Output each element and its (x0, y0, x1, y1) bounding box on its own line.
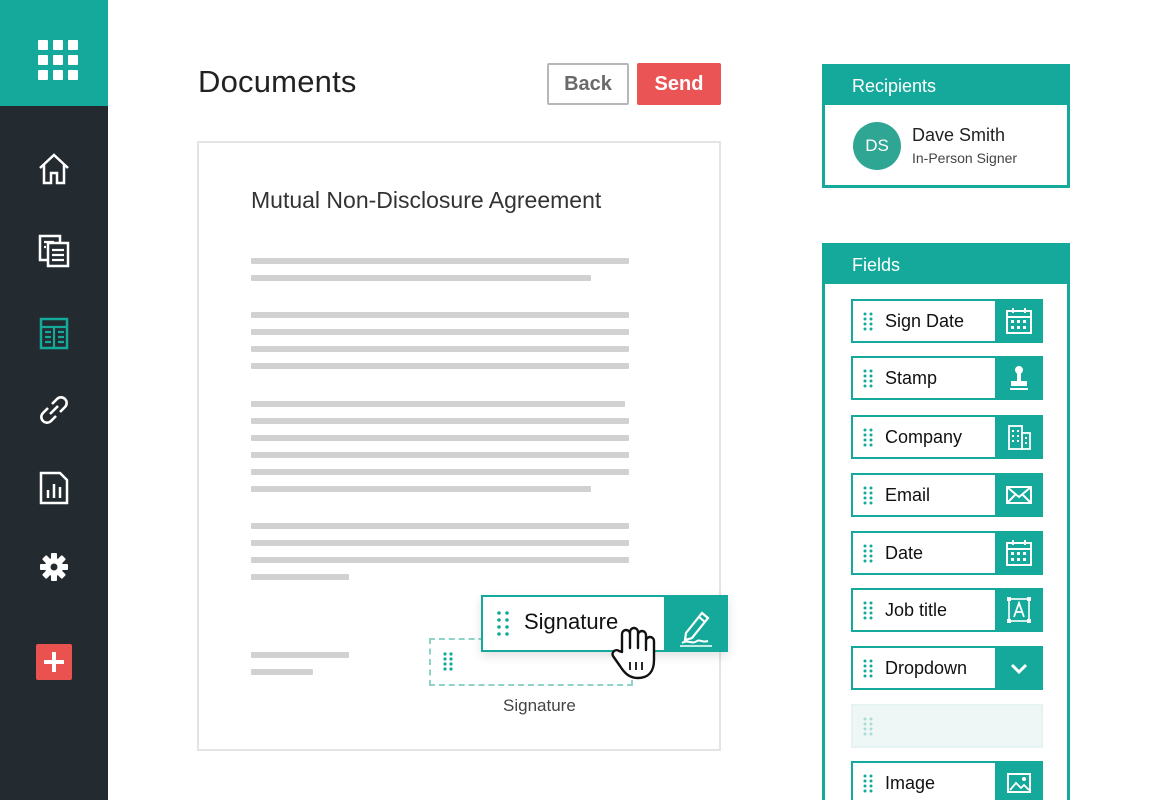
chevron-down-icon (1010, 663, 1028, 675)
recipients-heading: Recipients (825, 67, 1067, 105)
text-line (251, 346, 629, 352)
sidebar-item-settings[interactable] (34, 547, 74, 587)
recipient-name[interactable]: Dave Smith (912, 125, 1005, 146)
drag-handle-icon (863, 428, 873, 447)
text-line (251, 312, 629, 318)
field-label: Date (885, 543, 924, 563)
add-button[interactable] (36, 644, 72, 680)
apps-grid-icon[interactable] (38, 40, 78, 80)
field-company[interactable]: Company (851, 415, 1043, 459)
document-title: Mutual Non-Disclosure Agreement (251, 187, 602, 213)
sidebar-item-templates[interactable] (34, 313, 74, 353)
sidebar-item-links[interactable] (34, 390, 74, 430)
text-line (251, 275, 591, 281)
drag-handle-icon (863, 312, 873, 331)
stamp-icon (1010, 366, 1028, 390)
fields-panel: Fields Sign Date Stamp Company Email Dat… (822, 243, 1070, 800)
signature-caption: Signature (503, 696, 576, 715)
gear-icon (40, 553, 68, 581)
field-label: Company (885, 427, 963, 447)
field-label: Dropdown (885, 658, 968, 678)
fields-heading: Fields (825, 246, 1067, 284)
drag-handle-icon (443, 652, 453, 671)
report-icon (39, 471, 69, 505)
field-label: Job title (885, 600, 948, 620)
text-line (251, 652, 349, 658)
page-title: Documents (198, 64, 357, 99)
field-job-title[interactable]: Job title (851, 588, 1043, 632)
text-line (251, 418, 629, 424)
signature-field-icon-box (664, 595, 728, 652)
text-line (251, 557, 629, 563)
calendar-icon (1006, 308, 1032, 334)
sidebar (0, 0, 108, 800)
text-line (251, 486, 591, 492)
drag-handle-icon (863, 774, 873, 793)
field-icon-box (995, 761, 1043, 800)
field-date[interactable]: Date (851, 531, 1043, 575)
back-button[interactable]: Back (547, 63, 629, 105)
text-line (251, 258, 629, 264)
sidebar-item-documents[interactable] (34, 230, 74, 270)
drag-handle-icon (863, 544, 873, 563)
field-sign-date[interactable]: Sign Date (851, 299, 1043, 343)
field-icon-box (995, 646, 1043, 690)
avatar: DS (853, 122, 901, 170)
field-icon-box (995, 356, 1043, 400)
field-email[interactable]: Email (851, 473, 1043, 517)
text-line (251, 574, 349, 580)
home-icon (39, 153, 69, 185)
field-dropdown[interactable]: Dropdown (851, 646, 1043, 690)
calendar-icon (1006, 540, 1032, 566)
text-line (251, 401, 625, 407)
recipient-role: In-Person Signer (912, 150, 1018, 166)
field-label: Sign Date (885, 311, 965, 331)
app-launcher[interactable] (0, 0, 108, 106)
field-label: Image (885, 773, 936, 793)
text-line (251, 363, 629, 369)
field-icon-box (995, 531, 1043, 575)
field-icon-box (995, 588, 1043, 632)
drag-handle-icon (863, 486, 873, 505)
field-image[interactable]: Image (851, 761, 1043, 800)
field-icon-box (995, 415, 1043, 459)
building-icon (1008, 425, 1031, 450)
link-icon (40, 396, 68, 424)
hand-cursor-icon (611, 626, 656, 680)
text-line (251, 469, 629, 475)
recipients-panel: Recipients DS Dave Smith In-Person Signe… (822, 64, 1070, 188)
text-line (251, 523, 629, 529)
drag-handle-icon (497, 611, 509, 636)
image-icon (1007, 773, 1031, 793)
drag-handle-icon (863, 369, 873, 388)
signature-field-label: Signature (524, 609, 619, 634)
field-icon-box (995, 299, 1043, 343)
signature-field-dragging[interactable]: Signature (481, 595, 728, 652)
field-icon-box (995, 473, 1043, 517)
sidebar-item-reports[interactable] (34, 468, 74, 508)
pen-signature-icon (680, 611, 712, 647)
field-placeholder[interactable] (851, 704, 1043, 748)
field-label: Stamp (885, 368, 938, 388)
text-box-icon (1007, 597, 1031, 623)
templates-icon (39, 317, 69, 350)
text-line (251, 669, 313, 675)
drag-handle-icon (863, 659, 873, 678)
drag-handle-icon (863, 717, 873, 736)
drag-handle-icon (863, 601, 873, 620)
sidebar-item-home[interactable] (34, 149, 74, 189)
text-line (251, 540, 629, 546)
field-label: Email (885, 485, 931, 505)
envelope-icon (1006, 486, 1032, 504)
field-stamp[interactable]: Stamp (851, 356, 1043, 400)
documents-icon (38, 234, 70, 268)
text-line (251, 329, 629, 335)
text-line (251, 435, 629, 441)
text-line (251, 452, 629, 458)
send-button[interactable]: Send (637, 63, 721, 105)
